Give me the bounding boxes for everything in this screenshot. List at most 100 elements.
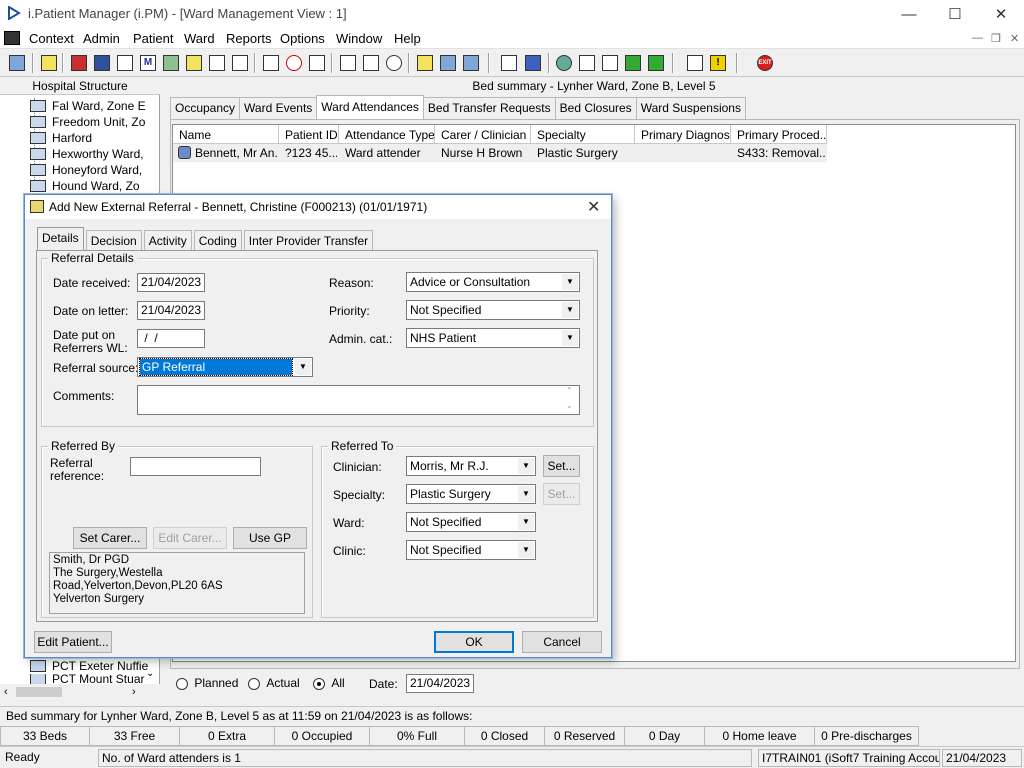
chevron-down-icon[interactable]: ▼ bbox=[562, 330, 578, 346]
check-icon[interactable] bbox=[576, 52, 598, 74]
swap-icon[interactable] bbox=[684, 52, 706, 74]
column-header-carer[interactable]: Carer / Clinician bbox=[435, 125, 531, 144]
ward-select[interactable]: Not Specified ▼ bbox=[406, 512, 536, 532]
tree-item-fal-ward[interactable]: Fal Ward, Zone E bbox=[30, 98, 148, 114]
tab-occupancy[interactable]: Occupancy bbox=[170, 97, 241, 119]
search-icon[interactable] bbox=[260, 52, 282, 74]
document-icon[interactable] bbox=[498, 52, 520, 74]
radio-all[interactable]: All bbox=[313, 676, 345, 690]
menu-context[interactable]: Context bbox=[29, 31, 74, 46]
warning-icon[interactable]: ! bbox=[707, 52, 729, 74]
tree-item-honeyford-ward[interactable]: Honeyford Ward, bbox=[30, 162, 148, 178]
menu-window[interactable]: Window bbox=[336, 31, 382, 46]
table-row[interactable]: Bennett, Mr An... ?123 45... Ward attend… bbox=[173, 144, 827, 162]
admin-cat-select[interactable]: NHS Patient ▼ bbox=[406, 328, 580, 348]
dialog-close-button[interactable]: ✕ bbox=[587, 197, 600, 217]
scroll-thumb[interactable] bbox=[16, 687, 62, 697]
close-button[interactable]: ✕ bbox=[978, 0, 1024, 28]
people-icon[interactable] bbox=[6, 52, 28, 74]
column-header-primary-procedure[interactable]: Primary Proced... bbox=[731, 125, 827, 144]
tab-details[interactable]: Details bbox=[37, 227, 84, 250]
column-header-primary-diagnosis[interactable]: Primary Diagnosis bbox=[635, 125, 731, 144]
tree-item-freedom-unit[interactable]: Freedom Unit, Zo bbox=[30, 114, 148, 130]
clock-icon[interactable] bbox=[283, 52, 305, 74]
comments-field[interactable] bbox=[137, 385, 580, 415]
set-carer-button[interactable]: Set Carer... bbox=[73, 527, 147, 549]
maximize-button[interactable]: ☐ bbox=[932, 0, 978, 28]
mdi-minimize-button[interactable]: — bbox=[972, 32, 983, 44]
form-icon[interactable] bbox=[183, 52, 205, 74]
monitor-icon[interactable] bbox=[306, 52, 328, 74]
person-icon[interactable] bbox=[160, 52, 182, 74]
printer-icon[interactable] bbox=[114, 52, 136, 74]
chevron-down-icon[interactable]: ▼ bbox=[518, 486, 534, 502]
menu-help[interactable]: Help bbox=[394, 31, 421, 46]
tree-item-pct-mount-stuart[interactable]: PCT Mount Stuar bbox=[30, 674, 148, 684]
check-icon[interactable] bbox=[645, 52, 667, 74]
chevron-down-icon[interactable]: ▼ bbox=[562, 274, 578, 290]
column-header-specialty[interactable]: Specialty bbox=[531, 125, 635, 144]
menu-patient[interactable]: Patient bbox=[133, 31, 173, 46]
chart-icon[interactable] bbox=[522, 52, 544, 74]
menu-options[interactable]: Options bbox=[280, 31, 325, 46]
m-icon[interactable]: M bbox=[137, 52, 159, 74]
mdi-child-icon[interactable] bbox=[4, 31, 20, 45]
clinic-select[interactable]: Not Specified ▼ bbox=[406, 540, 536, 560]
tab-inter-provider-transfer[interactable]: Inter Provider Transfer bbox=[243, 230, 374, 250]
book-icon[interactable] bbox=[91, 52, 113, 74]
mdi-restore-button[interactable]: ❐ bbox=[991, 32, 1001, 45]
minimize-button[interactable]: — bbox=[886, 0, 932, 28]
referral-source-select[interactable]: GP Referral ▼ bbox=[137, 357, 313, 377]
book-icon[interactable] bbox=[68, 52, 90, 74]
column-header-name[interactable]: Name bbox=[173, 125, 279, 144]
tab-bed-closures[interactable]: Bed Closures bbox=[554, 97, 637, 119]
clinician-select[interactable]: Morris, Mr R.J. ▼ bbox=[406, 456, 536, 476]
date-on-letter-field[interactable]: 21/04/2023 bbox=[137, 301, 205, 320]
chevron-down-icon[interactable]: ▼ bbox=[518, 542, 534, 558]
chevron-down-icon[interactable]: ▼ bbox=[518, 514, 534, 530]
date-received-field[interactable]: 21/04/2023 bbox=[137, 273, 205, 292]
use-gp-button[interactable]: Use GP bbox=[233, 527, 307, 549]
scroll-down-arrow-icon[interactable]: ⌄ bbox=[146, 668, 154, 679]
notes-icon[interactable] bbox=[414, 52, 436, 74]
tab-activity[interactable]: Activity bbox=[143, 230, 192, 250]
menu-reports[interactable]: Reports bbox=[226, 31, 272, 46]
form-icon[interactable] bbox=[337, 52, 359, 74]
tree-horizontal-scrollbar[interactable]: ‹ › bbox=[0, 684, 160, 700]
chevron-down-icon[interactable]: ▼ bbox=[562, 302, 578, 318]
exit-icon[interactable]: EXIT bbox=[754, 52, 776, 74]
tree-item-hound-ward[interactable]: Hound Ward, Zo bbox=[30, 178, 148, 194]
tab-ward-suspensions[interactable]: Ward Suspensions bbox=[635, 97, 746, 119]
tab-ward-events[interactable]: Ward Events bbox=[239, 97, 318, 119]
cancel-button[interactable]: Cancel bbox=[522, 631, 602, 653]
check-icon[interactable] bbox=[622, 52, 644, 74]
column-header-attendance-type[interactable]: Attendance Type bbox=[339, 125, 435, 144]
globe-icon[interactable] bbox=[553, 52, 575, 74]
menu-admin[interactable]: Admin bbox=[83, 31, 120, 46]
tree-item-hexworthy-ward[interactable]: Hexworthy Ward, bbox=[30, 146, 148, 162]
ok-button[interactable]: OK bbox=[434, 631, 514, 653]
date-put-on-wl-field[interactable]: / / bbox=[137, 329, 205, 348]
tab-decision[interactable]: Decision bbox=[85, 230, 142, 250]
column-header-patient-id[interactable]: Patient ID bbox=[279, 125, 339, 144]
reason-select[interactable]: Advice or Consultation ▼ bbox=[406, 272, 580, 292]
tab-bed-transfer-requests[interactable]: Bed Transfer Requests bbox=[422, 97, 556, 119]
scroll-left-arrow-icon[interactable]: ‹ bbox=[4, 686, 8, 698]
printer-icon[interactable] bbox=[437, 52, 459, 74]
mdi-close-button[interactable]: ✕ bbox=[1010, 32, 1019, 45]
check-icon[interactable] bbox=[599, 52, 621, 74]
chevron-down-icon[interactable]: ▼ bbox=[295, 359, 311, 375]
edit-patient-button[interactable]: Edit Patient... bbox=[34, 631, 112, 653]
form-icon[interactable] bbox=[360, 52, 382, 74]
notepad-icon[interactable] bbox=[38, 52, 60, 74]
priority-select[interactable]: Not Specified ▼ bbox=[406, 300, 580, 320]
tab-coding[interactable]: Coding bbox=[193, 230, 242, 250]
specialty-select[interactable]: Plastic Surgery ▼ bbox=[406, 484, 536, 504]
menu-ward[interactable]: Ward bbox=[184, 31, 215, 46]
tree-item-harford[interactable]: Harford bbox=[30, 130, 148, 146]
compass-icon[interactable] bbox=[383, 52, 405, 74]
referral-reference-field[interactable] bbox=[130, 457, 261, 476]
scroll-right-arrow-icon[interactable]: › bbox=[132, 686, 136, 698]
scroll-up-arrow-icon[interactable]: ⌃ bbox=[566, 386, 573, 395]
set-clinician-button[interactable]: Set... bbox=[543, 455, 580, 477]
